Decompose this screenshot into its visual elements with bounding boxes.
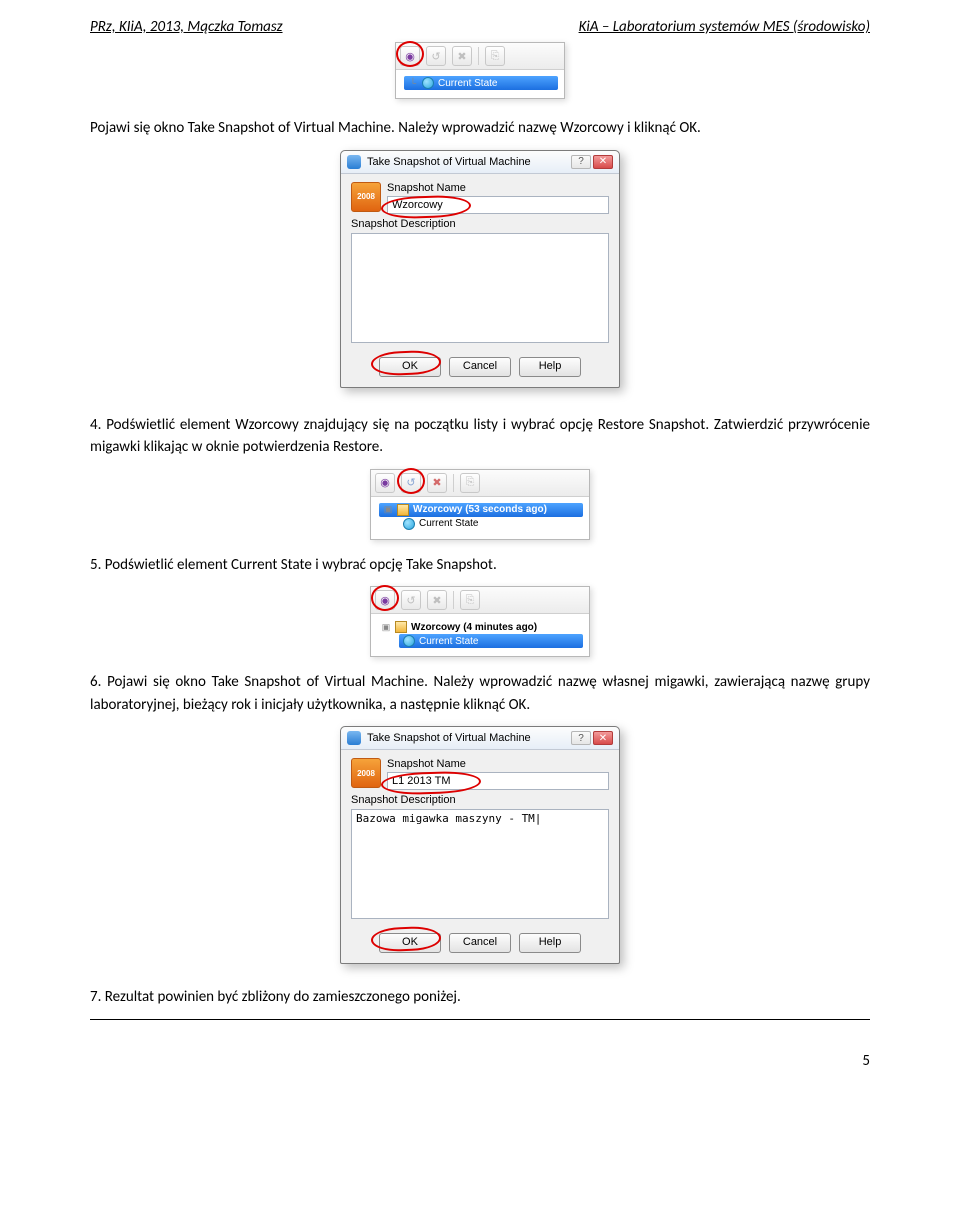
clone-icon[interactable]: ⎘ bbox=[460, 473, 480, 493]
help-button-icon[interactable]: ? bbox=[571, 155, 591, 169]
step-number-5: 5. bbox=[90, 556, 101, 574]
snapshot-name-input[interactable] bbox=[387, 196, 609, 214]
header-left: PRz, KIiA, 2013, Mączka Tomasz bbox=[90, 18, 283, 36]
ok-button[interactable]: OK bbox=[379, 357, 441, 377]
tree-connector-icon: └ bbox=[408, 78, 418, 88]
dialog-app-icon bbox=[347, 731, 361, 745]
snapshot-description-input[interactable] bbox=[351, 233, 609, 343]
step-number-6: 6. bbox=[90, 673, 101, 691]
header-right: KiA – Laboratorium systemów MES (środowi… bbox=[579, 18, 870, 36]
tree-current-state-label: Current State bbox=[438, 78, 497, 89]
tree-expand-icon: ▣ bbox=[383, 504, 393, 515]
tree-item-label: Wzorcowy (53 seconds ago) bbox=[413, 504, 547, 515]
restore-snapshot-icon[interactable]: ↺ bbox=[426, 46, 446, 66]
close-icon[interactable]: ✕ bbox=[593, 155, 613, 169]
restore-snapshot-icon[interactable]: ↺ bbox=[401, 473, 421, 493]
paragraph-6: Pojawi się okno Take Snapshot of Virtual… bbox=[90, 673, 870, 714]
snapshot-tree-panel-2: ◉ ↺ ✖ ⎘ ▣ Wzorcowy (53 seconds ago) bbox=[370, 469, 590, 540]
tree-item-wzorcowy[interactable]: ▣ Wzorcowy (4 minutes ago) bbox=[379, 620, 583, 634]
current-state-icon bbox=[403, 635, 415, 647]
help-button[interactable]: Help bbox=[519, 357, 581, 377]
dialog-app-icon bbox=[347, 155, 361, 169]
dialog-title: Take Snapshot of Virtual Machine bbox=[367, 732, 531, 744]
clone-icon[interactable]: ⎘ bbox=[485, 46, 505, 66]
close-icon[interactable]: ✕ bbox=[593, 731, 613, 745]
help-button[interactable]: Help bbox=[519, 933, 581, 953]
tree-current-state[interactable]: Current State bbox=[399, 634, 583, 648]
snapshot-icon bbox=[395, 621, 407, 633]
paragraph-4: Podświetlić element Wzorcowy znajdujący … bbox=[90, 416, 870, 457]
delete-snapshot-icon[interactable]: ✖ bbox=[427, 590, 447, 610]
cancel-button[interactable]: Cancel bbox=[449, 933, 511, 953]
current-state-icon bbox=[403, 518, 415, 530]
delete-snapshot-icon[interactable]: ✖ bbox=[427, 473, 447, 493]
snapshot-description-label: Snapshot Description bbox=[351, 794, 609, 806]
paragraph-5: Podświetlić element Current State i wybr… bbox=[105, 556, 497, 574]
page-number: 5 bbox=[90, 1052, 870, 1070]
tree-current-state-label: Current State bbox=[419, 636, 478, 647]
delete-snapshot-icon[interactable]: ✖ bbox=[452, 46, 472, 66]
current-state-icon bbox=[422, 77, 434, 89]
take-snapshot-icon[interactable]: ◉ bbox=[375, 590, 395, 610]
snapshot-toolbar-panel: ◉ ↺ ✖ ⎘ └ Current State bbox=[395, 42, 565, 99]
os-logo-icon: 2008 bbox=[351, 182, 381, 212]
ok-button[interactable]: OK bbox=[379, 933, 441, 953]
tree-current-state-label: Current State bbox=[419, 518, 478, 529]
snapshot-description-input[interactable] bbox=[351, 809, 609, 919]
os-logo-icon: 2008 bbox=[351, 758, 381, 788]
snapshot-tree-panel-3: ◉ ↺ ✖ ⎘ ▣ Wzorcowy (4 minutes ago) bbox=[370, 586, 590, 657]
tree-current-state[interactable]: └ Current State bbox=[404, 76, 558, 90]
take-snapshot-dialog-1: Take Snapshot of Virtual Machine ? ✕ 200… bbox=[340, 150, 620, 388]
paragraph-1: Pojawi się okno Take Snapshot of Virtual… bbox=[90, 119, 701, 137]
snapshot-description-label: Snapshot Description bbox=[351, 218, 609, 230]
snapshot-name-label: Snapshot Name bbox=[387, 758, 609, 770]
paragraph-7: Rezultat powinien być zbliżony do zamies… bbox=[105, 988, 461, 1006]
step-number-4: 4. bbox=[90, 416, 101, 434]
take-snapshot-icon[interactable]: ◉ bbox=[400, 46, 420, 66]
snapshot-name-input[interactable] bbox=[387, 772, 609, 790]
clone-icon[interactable]: ⎘ bbox=[460, 590, 480, 610]
tree-item-label: Wzorcowy (4 minutes ago) bbox=[411, 622, 537, 633]
tree-expand-icon: ▣ bbox=[381, 622, 391, 633]
take-snapshot-dialog-2: Take Snapshot of Virtual Machine ? ✕ 200… bbox=[340, 726, 620, 964]
step-number-7: 7. bbox=[90, 988, 101, 1006]
dialog-title: Take Snapshot of Virtual Machine bbox=[367, 156, 531, 168]
restore-snapshot-icon[interactable]: ↺ bbox=[401, 590, 421, 610]
tree-current-state[interactable]: Current State bbox=[379, 517, 583, 531]
snapshot-icon bbox=[397, 504, 409, 516]
tree-item-wzorcowy[interactable]: ▣ Wzorcowy (53 seconds ago) bbox=[379, 503, 583, 517]
cancel-button[interactable]: Cancel bbox=[449, 357, 511, 377]
help-button-icon[interactable]: ? bbox=[571, 731, 591, 745]
snapshot-name-label: Snapshot Name bbox=[387, 182, 609, 194]
footer-rule bbox=[90, 1019, 870, 1020]
take-snapshot-icon[interactable]: ◉ bbox=[375, 473, 395, 493]
